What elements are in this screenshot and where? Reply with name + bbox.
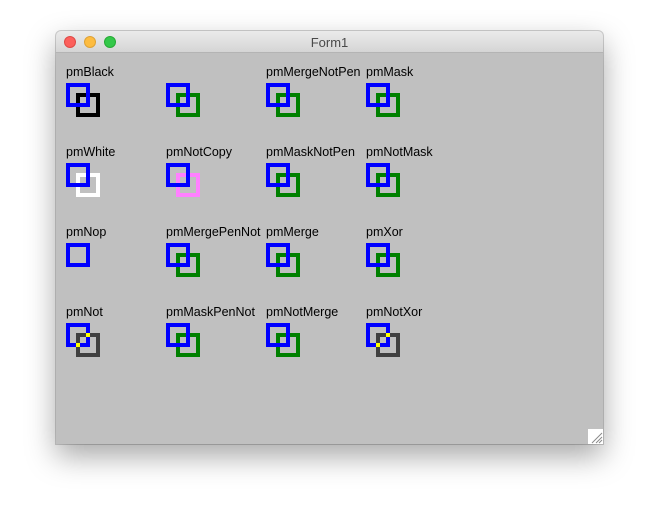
pen-square	[166, 323, 190, 347]
pen-mode-label: pmNop	[66, 225, 107, 239]
pen-mode-sample-nop: pmNop	[56, 213, 156, 293]
resize-grip-icon[interactable]	[588, 429, 603, 444]
pen-mode-label: pmXor	[366, 225, 403, 239]
pen-mode-sample-merge: pmMerge	[256, 213, 356, 293]
pen-mode-sample-merge-not-pen: pmMergeNotPen	[256, 53, 361, 133]
pen-square	[166, 83, 190, 107]
pen-square	[266, 323, 290, 347]
pen-square	[166, 243, 190, 267]
pen-mode-sample-not-merge: pmNotMerge	[256, 293, 356, 373]
pen-mode-sample-mask-pen-not: pmMaskPenNot	[156, 293, 256, 373]
pen-mode-label: pmMaskPenNot	[166, 305, 255, 319]
overlap-marker	[376, 333, 390, 347]
pen-square	[66, 83, 90, 107]
pen-square	[366, 163, 390, 187]
window-title: Form1	[310, 35, 349, 50]
pen-square	[366, 243, 390, 267]
pen-square	[366, 83, 390, 107]
pen-mode-label: pmNotXor	[366, 305, 423, 319]
pen-square	[266, 83, 290, 107]
pen-square	[266, 243, 290, 267]
pen-mode-sample-not: pmNot	[56, 293, 156, 373]
pen-mode-label: pmMaskNotPen	[266, 145, 355, 159]
pen-mode-sample-black: pmBlack	[56, 53, 156, 133]
pen-mode-label: pmMask	[366, 65, 414, 79]
pen-mode-sample-not-xor: pmNotXor	[356, 293, 456, 373]
pen-mode-label: pmNotMask	[366, 145, 433, 159]
pen-mode-sample-mask: pmMask	[356, 53, 456, 133]
title-bar[interactable]: Form1	[56, 31, 603, 53]
form-client-area: pmBlack pmMergeNotPen pmMask pmWhite pmNotCo…	[56, 53, 603, 444]
pen-square	[166, 163, 190, 187]
pen-mode-sample-white: pmWhite	[56, 133, 156, 213]
pen-mode-label: pmWhite	[66, 145, 116, 159]
pen-mode-sample-xor: pmXor	[356, 213, 456, 293]
pen-mode-sample-not-mask: pmNotMask	[356, 133, 456, 213]
pen-mode-label: pmBlack	[66, 65, 114, 79]
pen-square	[66, 243, 90, 267]
form1-window: Form1 pmBlack pmMergeNotPen pmMask pmWhite p…	[56, 31, 603, 444]
pen-mode-label: pmMergePenNot	[166, 225, 261, 239]
pen-mode-sample-merge-pen-not: pmMergePenNot	[156, 213, 261, 293]
pen-mode-sample-mask-not-pen: pmMaskNotPen	[256, 133, 356, 213]
pen-square	[266, 163, 290, 187]
pen-mode-label: pmNotMerge	[266, 305, 339, 319]
pen-mode-label: pmNot	[66, 305, 103, 319]
pen-mode-sample-not-copy: pmNotCopy	[156, 133, 256, 213]
pen-square	[66, 163, 90, 187]
pen-mode-sample-unlabeled-1	[156, 53, 256, 133]
pen-mode-label: pmNotCopy	[166, 145, 232, 159]
pen-mode-label: pmMergeNotPen	[266, 65, 361, 79]
pen-mode-label: pmMerge	[266, 225, 319, 239]
overlap-marker	[76, 333, 90, 347]
